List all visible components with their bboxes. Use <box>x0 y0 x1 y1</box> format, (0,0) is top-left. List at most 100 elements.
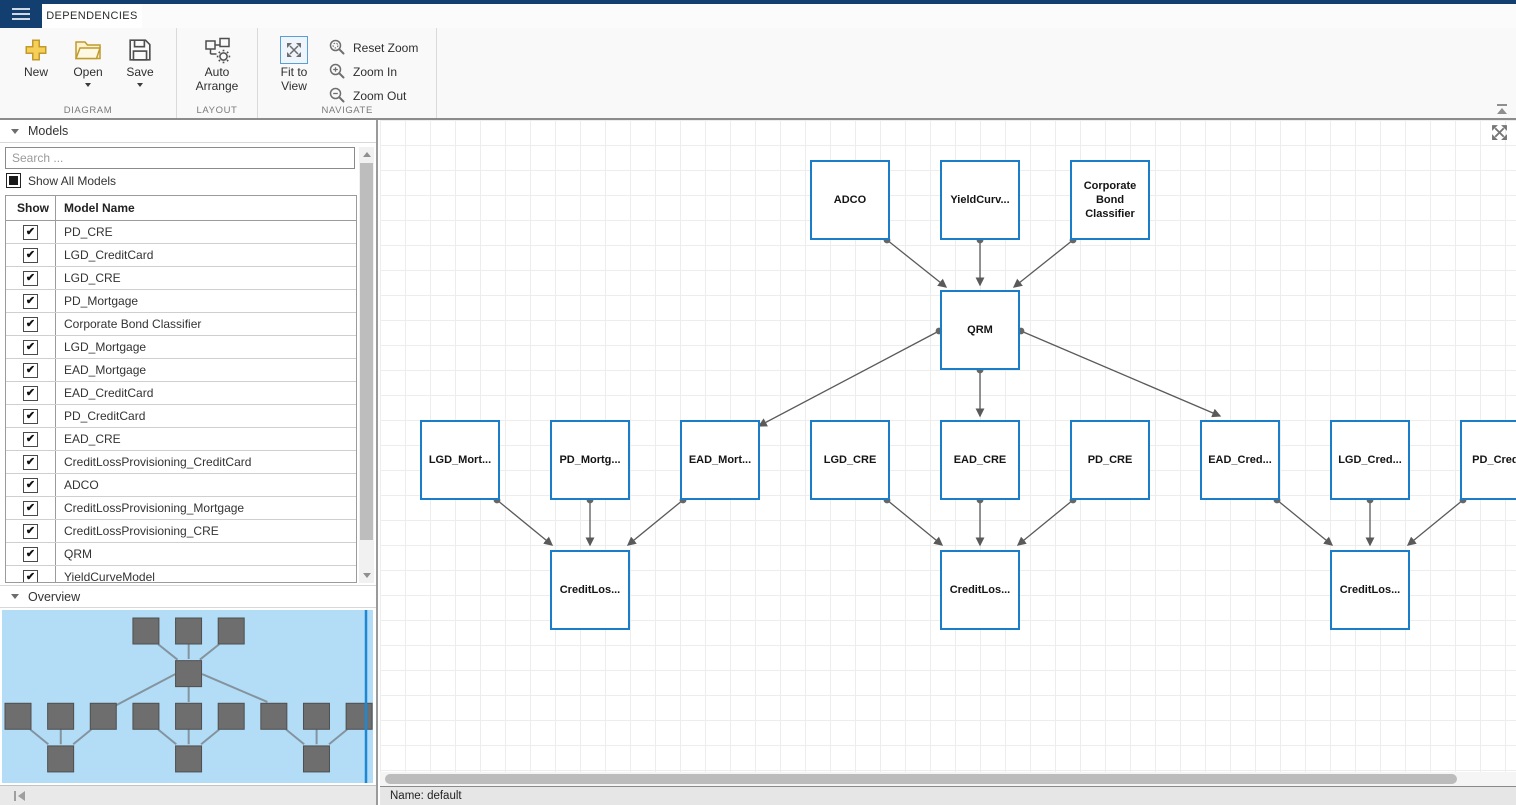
node-label: LGD_Mort... <box>428 453 492 466</box>
table-row[interactable]: ✔ EAD_Mortgage <box>6 359 356 382</box>
models-section-header[interactable]: Models <box>0 120 376 143</box>
diagram-node-yieldcurvemodel[interactable]: YieldCurv... <box>940 160 1020 240</box>
reset-zoom-button[interactable]: Reset Zoom <box>320 36 426 60</box>
table-row[interactable]: ✔ ADCO <box>6 474 356 497</box>
zoom-in-button[interactable]: Zoom In <box>320 60 426 84</box>
models-vertical-scrollbar[interactable] <box>359 147 374 583</box>
node-label: PD_Cred... <box>1472 453 1516 466</box>
table-row[interactable]: ✔ CreditLossProvisioning_CreditCard <box>6 451 356 474</box>
overview-section-header[interactable]: Overview <box>0 585 376 608</box>
table-row[interactable]: ✔ LGD_CRE <box>6 267 356 290</box>
chevron-down-icon <box>11 594 19 599</box>
model-visibility-checkbox[interactable]: ✔ <box>23 408 38 424</box>
diagram-node-ead-creditcard[interactable]: EAD_Cred... <box>1200 420 1280 500</box>
model-visibility-checkbox[interactable]: ✔ <box>23 362 38 378</box>
model-visibility-checkbox[interactable]: ✔ <box>23 293 38 309</box>
open-button[interactable]: Open <box>65 28 111 87</box>
model-visibility-checkbox[interactable]: ✔ <box>23 316 38 332</box>
table-row[interactable]: ✔ EAD_CRE <box>6 428 356 451</box>
model-visibility-checkbox[interactable]: ✔ <box>23 454 38 470</box>
new-button[interactable]: New <box>13 28 59 80</box>
table-row[interactable]: ✔ PD_CreditCard <box>6 405 356 428</box>
fit-to-view-button[interactable]: Fit to View <box>271 28 317 94</box>
model-name: PD_CRE <box>64 225 113 239</box>
diagram-node-ead-mortgage[interactable]: EAD_Mort... <box>680 420 760 500</box>
diagram-node-lgd-creditcard[interactable]: LGD_Cred... <box>1330 420 1410 500</box>
search-input[interactable] <box>5 147 355 169</box>
diagram-node-corporate-bond-classifier[interactable]: Corporate Bond Classifier <box>1070 160 1150 240</box>
expand-arrows-icon <box>280 34 308 66</box>
diagram-node-pd-mortgage[interactable]: PD_Mortg... <box>550 420 630 500</box>
auto-arrange-button[interactable]: Auto Arrange <box>190 28 244 94</box>
diagram-node-creditlossprovisioning-mortgage[interactable]: CreditLos... <box>550 550 630 630</box>
node-label: Corporate Bond Classifier <box>1083 179 1137 221</box>
table-row[interactable]: ✔ Corporate Bond Classifier <box>6 313 356 336</box>
group-label-diagram: DIAGRAM <box>63 105 113 116</box>
group-label-navigate: NAVIGATE <box>321 105 373 116</box>
table-row[interactable]: ✔ QRM <box>6 543 356 566</box>
toolbar: New Open Save DIAGRAM Auto Arrange LAYOU… <box>0 28 1516 120</box>
model-name: LGD_CRE <box>64 271 121 285</box>
model-visibility-checkbox[interactable]: ✔ <box>23 500 38 516</box>
diagram-node-pd-creditcard[interactable]: PD_Cred... <box>1460 420 1516 500</box>
group-label-layout: LAYOUT <box>196 105 238 116</box>
model-visibility-checkbox[interactable]: ✔ <box>23 224 38 240</box>
table-row[interactable]: ✔ CreditLossProvisioning_CRE <box>6 520 356 543</box>
magnifier-icon <box>328 38 346 59</box>
diagram-node-creditlossprovisioning-cre[interactable]: CreditLos... <box>940 550 1020 630</box>
diagram-node-lgd-mortgage[interactable]: LGD_Mort... <box>420 420 500 500</box>
fit-canvas-button[interactable] <box>1491 124 1508 146</box>
zoom-button-column: Reset Zoom Zoom In Zoom Out <box>320 28 426 108</box>
table-row[interactable]: ✔ PD_Mortgage <box>6 290 356 313</box>
diagram-node-lgd-cre[interactable]: LGD_CRE <box>810 420 890 500</box>
show-all-models-checkbox[interactable]: Show All Models <box>6 173 116 188</box>
scrollbar-thumb[interactable] <box>385 774 1457 784</box>
table-row[interactable]: ✔ PD_CRE <box>6 221 356 244</box>
table-row[interactable]: ✔ LGD_CreditCard <box>6 244 356 267</box>
diagram-node-creditlossprovisioning-creditcard[interactable]: CreditLos... <box>1330 550 1410 630</box>
auto-arrange-label: Auto Arrange <box>195 65 239 93</box>
models-table: Show Model Name ✔ PD_CRE ✔ LGD_CreditCard ✔ L… <box>5 195 357 583</box>
scroll-up-arrow-icon[interactable] <box>362 152 371 157</box>
tab-dependencies[interactable]: DEPENDENCIES <box>42 4 142 28</box>
zoom-out-label: Zoom Out <box>353 89 407 103</box>
collapse-ribbon-button[interactable] <box>1496 104 1508 115</box>
scroll-down-arrow-icon[interactable] <box>362 573 371 578</box>
fit-to-view-label: Fit to View <box>280 65 308 93</box>
diagram-canvas[interactable]: ADCO YieldCurv... Corporate Bond Classifie… <box>380 120 1516 805</box>
diagram-node-pd-cre[interactable]: PD_CRE <box>1070 420 1150 500</box>
model-visibility-checkbox[interactable]: ✔ <box>23 431 38 447</box>
table-row[interactable]: ✔ YieldCurveModel <box>6 566 356 582</box>
save-button[interactable]: Save <box>117 28 163 87</box>
node-label: PD_Mortg... <box>559 453 621 466</box>
model-visibility-checkbox[interactable]: ✔ <box>23 339 38 355</box>
model-visibility-checkbox[interactable]: ✔ <box>23 385 38 401</box>
diagram-node-qrm[interactable]: QRM <box>940 290 1020 370</box>
diagram-node-adco[interactable]: ADCO <box>810 160 890 240</box>
node-label: EAD_Cred... <box>1208 453 1272 466</box>
status-bar: Name: default <box>380 786 1516 805</box>
model-visibility-checkbox[interactable]: ✔ <box>23 270 38 286</box>
canvas-horizontal-scrollbar[interactable] <box>380 772 1516 786</box>
model-name: CreditLossProvisioning_CreditCard <box>64 455 252 469</box>
save-dropdown-caret-icon[interactable] <box>137 82 143 87</box>
model-visibility-checkbox[interactable]: ✔ <box>23 477 38 493</box>
toolbar-group-layout: Auto Arrange LAYOUT <box>177 28 258 118</box>
table-row[interactable]: ✔ LGD_Mortgage <box>6 336 356 359</box>
model-name: PD_Mortgage <box>64 294 139 308</box>
menu-button[interactable] <box>0 0 42 28</box>
model-visibility-checkbox[interactable]: ✔ <box>23 546 38 562</box>
diagram-node-ead-cre[interactable]: EAD_CRE <box>940 420 1020 500</box>
model-visibility-checkbox[interactable]: ✔ <box>23 523 38 539</box>
node-label: PD_CRE <box>1087 453 1133 466</box>
table-row[interactable]: ✔ CreditLossProvisioning_Mortgage <box>6 497 356 520</box>
model-visibility-checkbox[interactable]: ✔ <box>23 569 38 582</box>
overview-minimap[interactable] <box>2 610 373 783</box>
skip-to-start-icon[interactable] <box>13 790 27 802</box>
scrollbar-thumb[interactable] <box>360 163 373 540</box>
model-visibility-checkbox[interactable]: ✔ <box>23 247 38 263</box>
reset-zoom-label: Reset Zoom <box>353 41 419 55</box>
open-dropdown-caret-icon[interactable] <box>85 82 91 87</box>
table-row[interactable]: ✔ EAD_CreditCard <box>6 382 356 405</box>
app-window: DEPENDENCIES New Open Save DIAGRAM Auto … <box>0 0 1516 805</box>
